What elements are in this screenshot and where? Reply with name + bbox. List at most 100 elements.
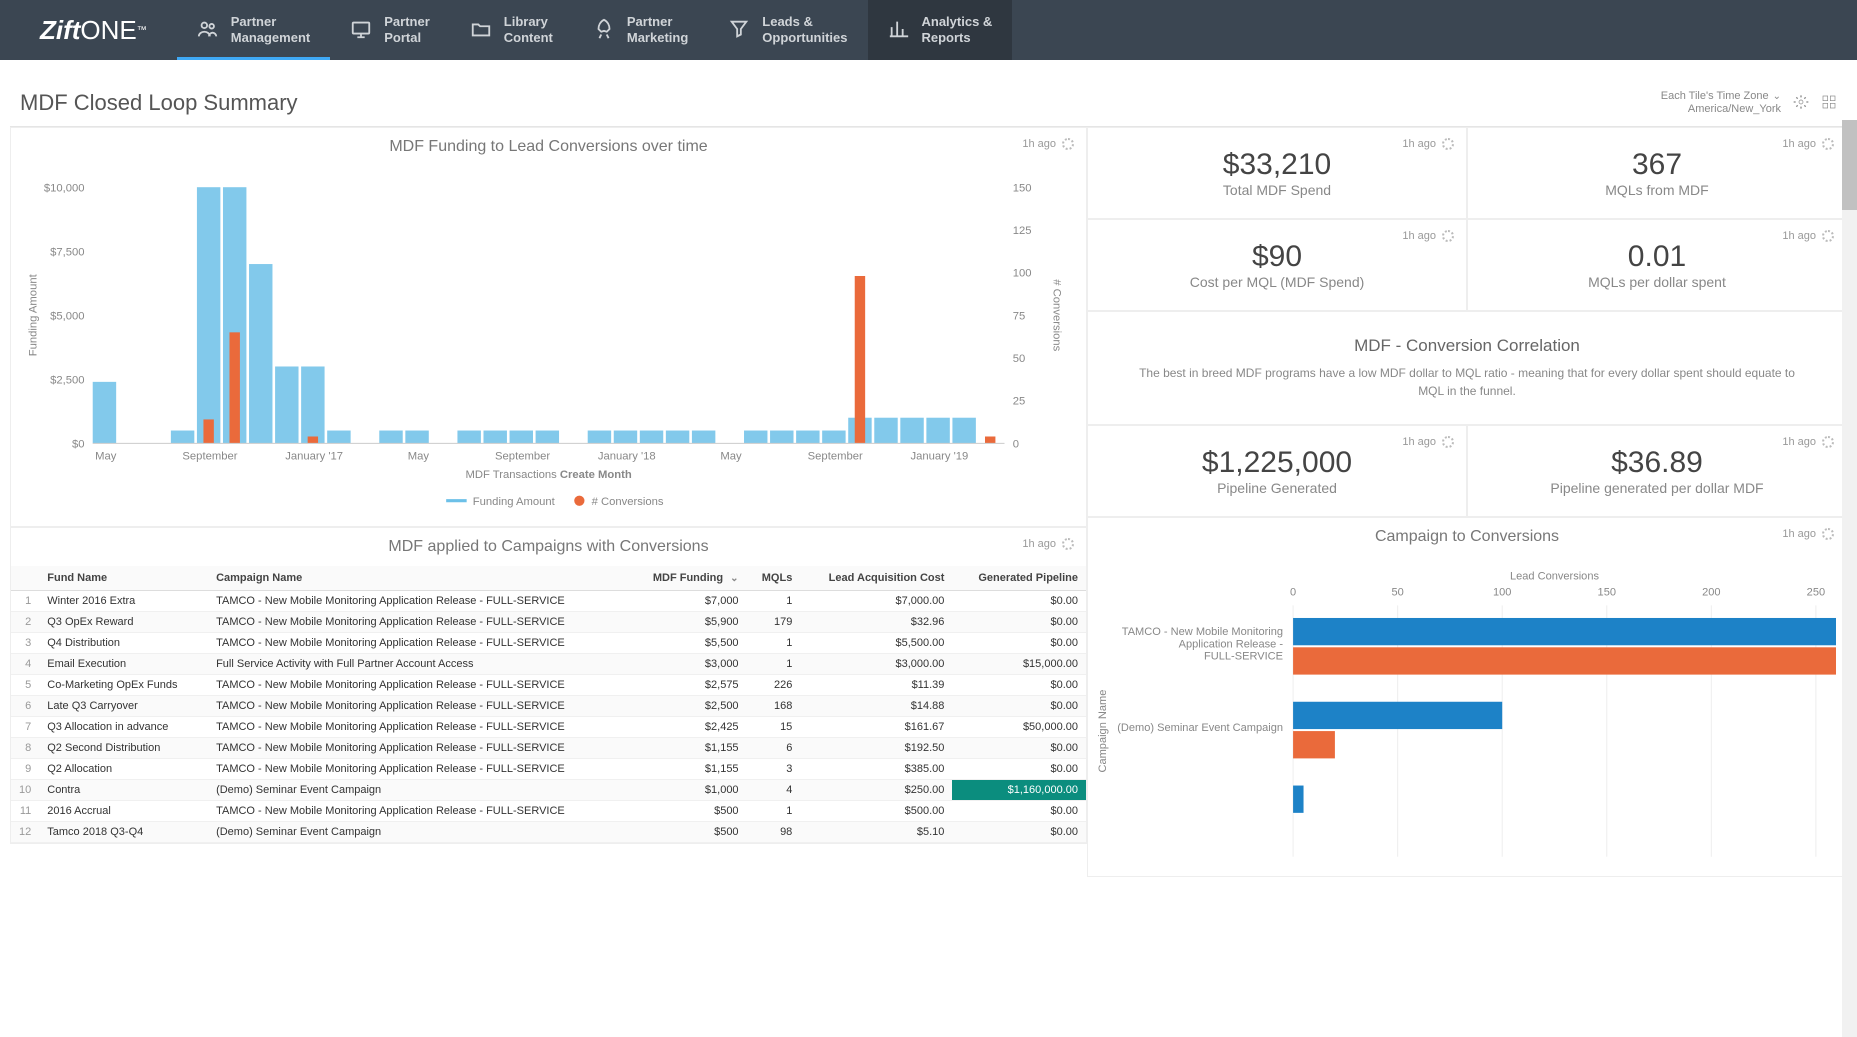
table-header[interactable]: Lead Acquisition Cost — [800, 566, 952, 591]
table-header[interactable]: MDF Funding ⌄ — [629, 566, 746, 591]
svg-text:MDF Transactions Create Month: MDF Transactions Create Month — [465, 470, 631, 482]
table-row[interactable]: 1Winter 2016 ExtraTAMCO - New Mobile Mon… — [11, 591, 1086, 612]
nav-leads-opportunities[interactable]: Leads & Opportunities — [708, 0, 867, 60]
table-cell: 4 — [747, 780, 801, 801]
spinner-icon — [1442, 230, 1454, 242]
svg-text:$0: $0 — [72, 439, 85, 451]
table-cell: $5,500 — [629, 633, 746, 654]
metric-tile[interactable]: 1h ago0.01MQLs per dollar spent — [1467, 219, 1847, 311]
svg-text:Lead Conversions: Lead Conversions — [1510, 571, 1600, 583]
svg-text:250: 250 — [1807, 587, 1825, 599]
table-cell: $0.00 — [952, 759, 1086, 780]
table-row[interactable]: 7Q3 Allocation in advanceTAMCO - New Mob… — [11, 717, 1086, 738]
table-cell: $0.00 — [952, 822, 1086, 843]
svg-text:100: 100 — [1493, 587, 1511, 599]
nav-label: Library Content — [504, 14, 553, 45]
svg-text:Application Release -: Application Release - — [1179, 639, 1284, 651]
table-cell: 12 — [11, 822, 39, 843]
metric-tile[interactable]: 1h ago367MQLs from MDF — [1467, 127, 1847, 219]
metric-tile[interactable]: 1h ago$33,210Total MDF Spend — [1087, 127, 1467, 219]
grid-icon[interactable] — [1821, 94, 1837, 113]
table-cell: Full Service Activity with Full Partner … — [208, 654, 629, 675]
svg-text:May: May — [408, 451, 430, 463]
table-cell: 9 — [11, 759, 39, 780]
table-cell: $0.00 — [952, 675, 1086, 696]
table-row[interactable]: 2Q3 OpEx RewardTAMCO - New Mobile Monito… — [11, 612, 1086, 633]
metric-tile[interactable]: 1h ago$90Cost per MQL (MDF Spend) — [1087, 219, 1467, 311]
table-row[interactable]: 12Tamco 2018 Q3-Q4(Demo) Seminar Event C… — [11, 822, 1086, 843]
table-row[interactable]: 10Contra(Demo) Seminar Event Campaign$1,… — [11, 780, 1086, 801]
table-cell: $0.00 — [952, 801, 1086, 822]
time-ago: 1h ago — [1782, 528, 1816, 540]
brand-logo[interactable]: ZiftONE™ — [0, 0, 177, 60]
metric-tile[interactable]: 1h ago$1,225,000Pipeline Generated — [1087, 425, 1467, 517]
table-cell: 179 — [747, 612, 801, 633]
chart-title: MDF Funding to Lead Conversions over tim… — [11, 128, 1086, 166]
tile-correlation: MDF - Conversion Correlation The best in… — [1087, 311, 1847, 425]
nav-partner-marketing[interactable]: Partner Marketing — [573, 0, 708, 60]
table-cell: $0.00 — [952, 633, 1086, 654]
table-row[interactable]: 5Co-Marketing OpEx FundsTAMCO - New Mobi… — [11, 675, 1086, 696]
table-header[interactable]: Fund Name — [39, 566, 208, 591]
table-row[interactable]: 4Email ExecutionFull Service Activity wi… — [11, 654, 1086, 675]
nav-analytics-reports[interactable]: Analytics & Reports — [868, 0, 1013, 60]
tile-funding-conversions: MDF Funding to Lead Conversions over tim… — [10, 127, 1087, 527]
table-cell: Q4 Distribution — [39, 633, 208, 654]
table-cell: $1,160,000.00 — [952, 780, 1086, 801]
table-cell: 1 — [11, 591, 39, 612]
metric-tile[interactable]: 1h ago$36.89Pipeline generated per dolla… — [1467, 425, 1847, 517]
nav-library-content[interactable]: Library Content — [450, 0, 573, 60]
table-cell: $1,155 — [629, 759, 746, 780]
table-header[interactable]: Generated Pipeline — [952, 566, 1086, 591]
table-cell: $1,000 — [629, 780, 746, 801]
table-cell: 1 — [747, 654, 801, 675]
svg-text:150: 150 — [1598, 587, 1616, 599]
metric-value: $33,210 — [1098, 148, 1456, 182]
metric-label: MQLs per dollar spent — [1478, 274, 1836, 290]
table-header[interactable]: MQLs — [747, 566, 801, 591]
tile-mdf-campaigns-table: MDF applied to Campaigns with Conversion… — [10, 527, 1087, 844]
top-nav: ZiftONE™ Partner Management Partner Port… — [0, 0, 1857, 60]
svg-text:FULL-SERVICE: FULL-SERVICE — [1204, 651, 1283, 663]
svg-text:# Conversions: # Conversions — [1051, 280, 1063, 352]
table-row[interactable]: 3Q4 DistributionTAMCO - New Mobile Monit… — [11, 633, 1086, 654]
timezone-selector[interactable]: Each Tile's Time Zone⌄ America/New_York — [1661, 90, 1781, 116]
table-cell: TAMCO - New Mobile Monitoring Applicatio… — [208, 675, 629, 696]
correlation-text: The best in breed MDF programs have a lo… — [1128, 364, 1806, 400]
table-cell: $15,000.00 — [952, 654, 1086, 675]
chart-campaign-conversions[interactable]: Lead ConversionsCampaign Name05010015020… — [1092, 562, 1836, 870]
nav-label: Partner Marketing — [627, 14, 688, 45]
table-row[interactable]: 6Late Q3 CarryoverTAMCO - New Mobile Mon… — [11, 696, 1086, 717]
table-row[interactable]: 112016 AccrualTAMCO - New Mobile Monitor… — [11, 801, 1086, 822]
table-cell: $5,900 — [629, 612, 746, 633]
table-cell: $0.00 — [952, 738, 1086, 759]
chart-icon — [888, 18, 910, 43]
table-cell: Late Q3 Carryover — [39, 696, 208, 717]
table-cell: 3 — [747, 759, 801, 780]
nav-partner-management[interactable]: Partner Management — [177, 0, 330, 60]
svg-text:200: 200 — [1702, 587, 1720, 599]
table-cell: $192.50 — [800, 738, 952, 759]
nav-partner-portal[interactable]: Partner Portal — [330, 0, 450, 60]
spinner-icon — [1062, 538, 1074, 550]
metric-value: $90 — [1098, 240, 1456, 274]
vertical-scrollbar[interactable] — [1842, 120, 1857, 1037]
time-ago: 1h ago — [1402, 138, 1436, 150]
chart-funding-conversions[interactable]: Funding Amount# Conversions$0$2,500$5,00… — [21, 176, 1066, 516]
nav-label: Analytics & Reports — [922, 14, 993, 45]
svg-text:September: September — [495, 451, 550, 463]
monitor-icon — [350, 18, 372, 43]
chart-title: Campaign to Conversions — [1088, 518, 1846, 556]
table-cell: $3,000.00 — [800, 654, 952, 675]
table-header[interactable] — [11, 566, 39, 591]
table-cell: 5 — [11, 675, 39, 696]
table-cell: $50,000.00 — [952, 717, 1086, 738]
campaigns-table[interactable]: Fund NameCampaign NameMDF Funding ⌄MQLsL… — [11, 566, 1086, 843]
table-cell: $2,575 — [629, 675, 746, 696]
settings-icon[interactable] — [1793, 94, 1809, 113]
svg-text:TAMCO - New Mobile Monitoring: TAMCO - New Mobile Monitoring — [1122, 627, 1283, 639]
table-header[interactable]: Campaign Name — [208, 566, 629, 591]
table-cell: $500.00 — [800, 801, 952, 822]
table-row[interactable]: 8Q2 Second DistributionTAMCO - New Mobil… — [11, 738, 1086, 759]
table-row[interactable]: 9Q2 AllocationTAMCO - New Mobile Monitor… — [11, 759, 1086, 780]
